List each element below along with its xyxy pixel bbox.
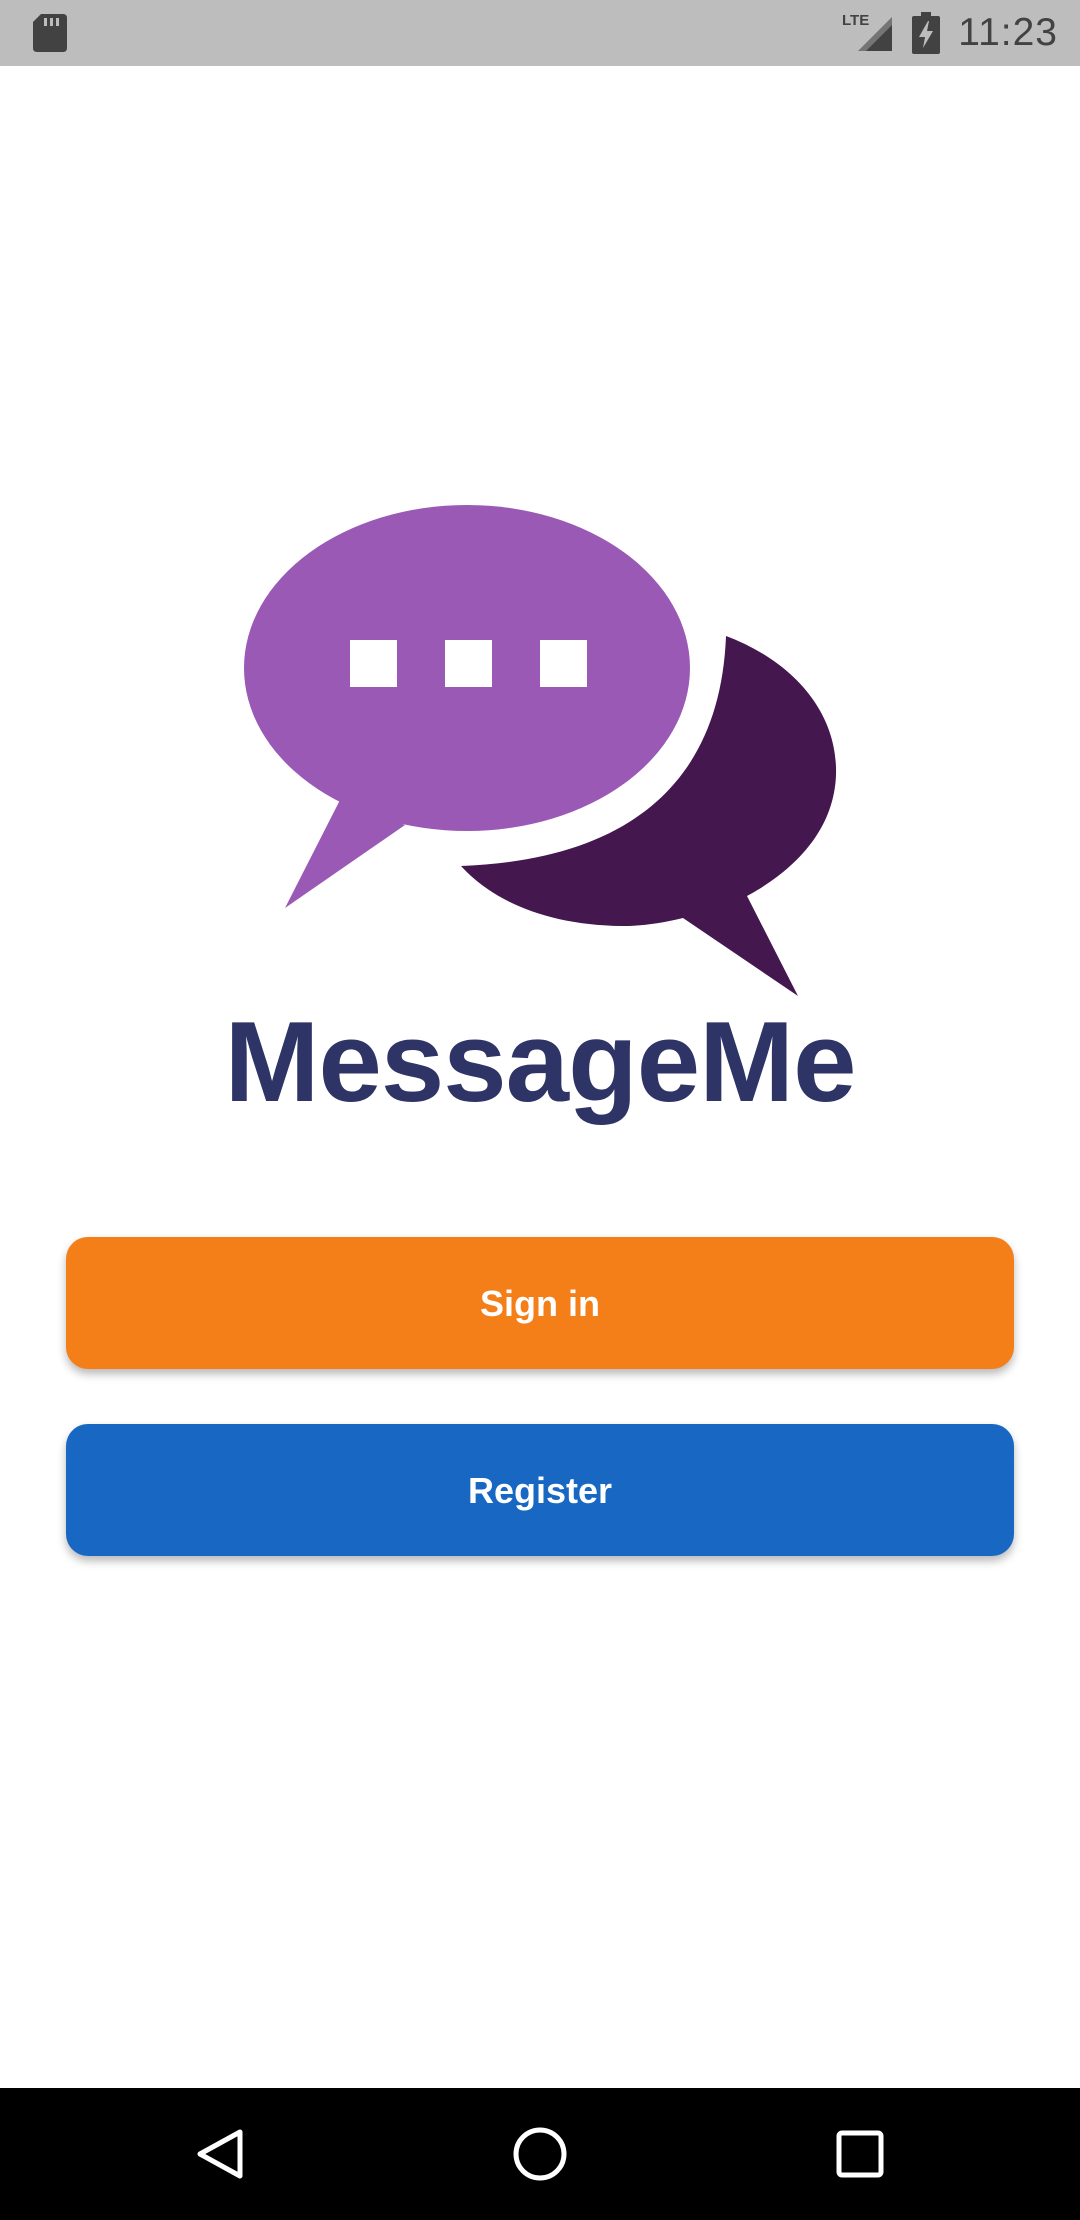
home-icon (513, 2127, 567, 2181)
typing-dot (540, 640, 587, 687)
lte-signal-icon: LTE (842, 12, 893, 51)
navigation-bar (0, 2088, 1080, 2220)
status-icons: LTE 11:23 (842, 0, 1058, 66)
typing-dot (445, 640, 492, 687)
recents-button[interactable] (812, 2106, 908, 2202)
home-button[interactable] (492, 2106, 588, 2202)
back-button[interactable] (172, 2106, 268, 2202)
welcome-screen: LTE 11:23 MessageMe Sign in Register (0, 0, 1080, 2220)
status-bar: LTE 11:23 (0, 0, 1080, 66)
sd-card-icon (33, 14, 67, 52)
register-button[interactable]: Register (66, 1424, 1014, 1556)
svg-text:LTE: LTE (842, 12, 869, 29)
sign-in-button[interactable]: Sign in (66, 1237, 1014, 1369)
typing-dot (350, 640, 397, 687)
recents-icon (836, 2130, 884, 2178)
app-title: MessageMe (224, 999, 857, 1126)
back-icon (197, 2129, 243, 2179)
chat-bubbles-icon (244, 505, 837, 996)
battery-charging-icon (912, 12, 941, 54)
status-time: 11:23 (958, 11, 1058, 54)
